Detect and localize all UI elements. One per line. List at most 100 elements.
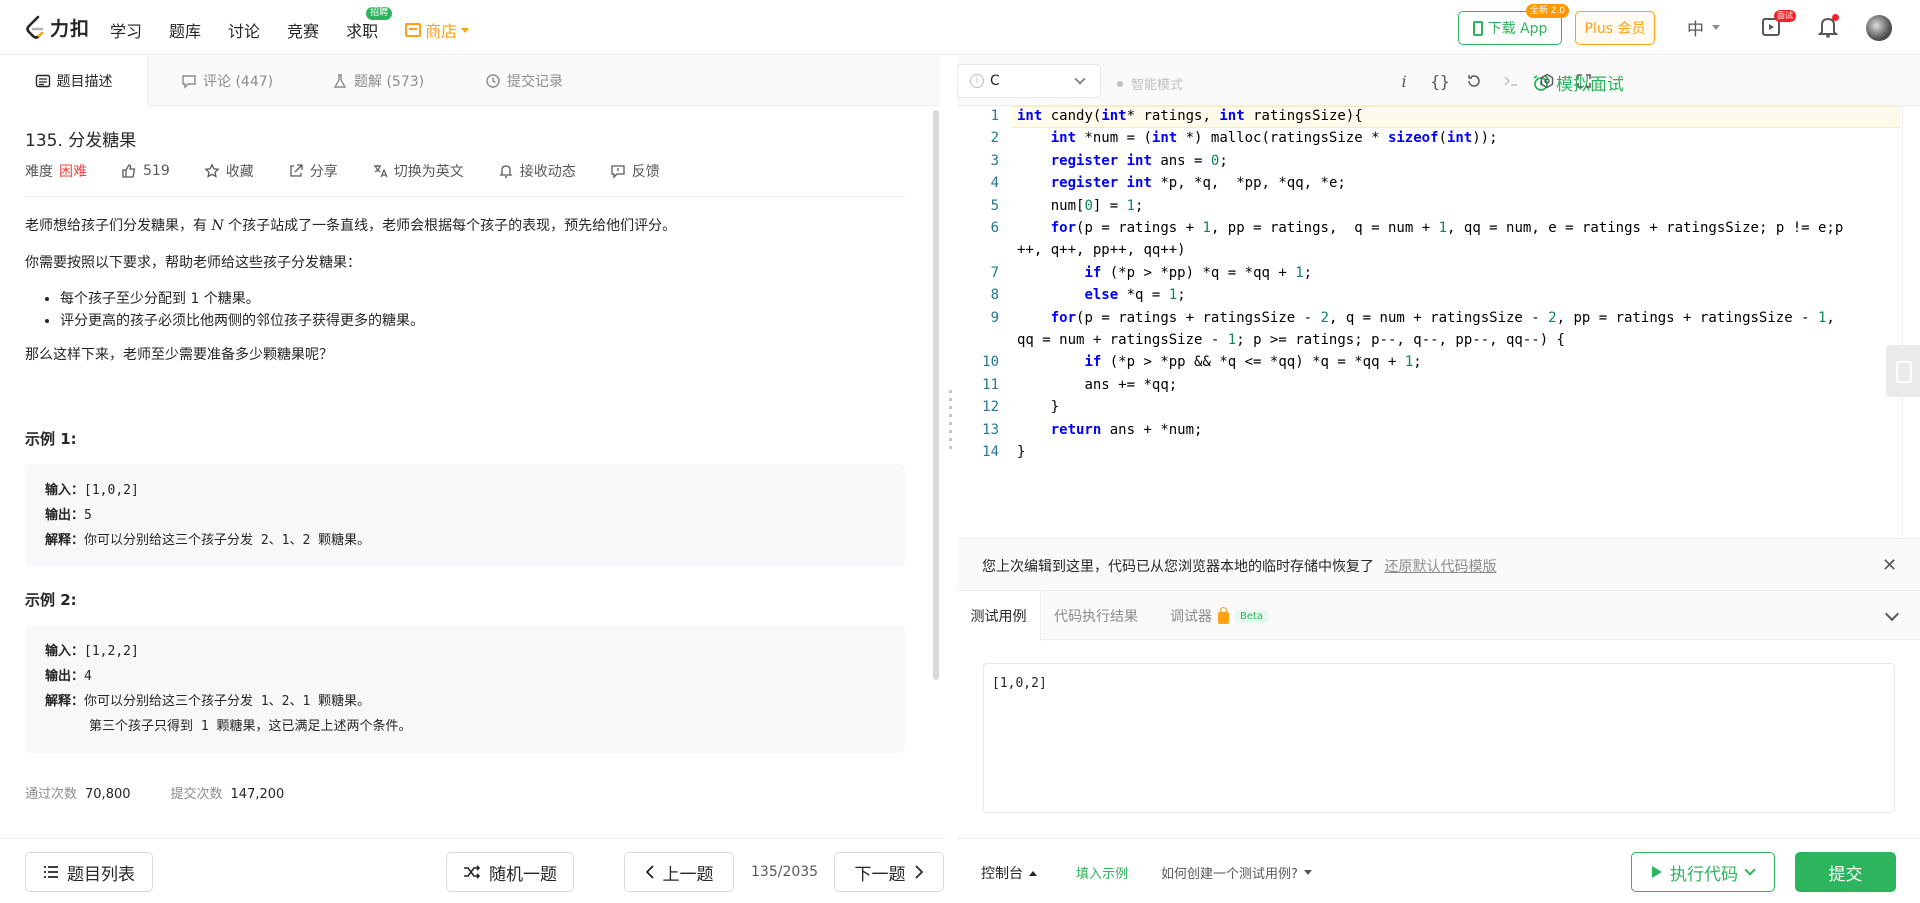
tab-description[interactable]: 题目描述: [0, 56, 148, 106]
testcase-input[interactable]: [1,0,2]: [983, 663, 1895, 813]
output-label: 输出：: [45, 669, 85, 684]
chevron-down-icon: [1744, 864, 1756, 876]
version-badge: 全新 2.0: [1525, 4, 1569, 18]
feedback-label: 反馈: [631, 164, 660, 180]
prev-problem-label: 上一题: [662, 864, 714, 885]
like-button[interactable]: 519: [121, 163, 170, 179]
info-italic-icon[interactable]: i: [1394, 71, 1414, 91]
problem-description: 老师想给孩子们分发糖果，有 N 个孩子站成了一条直线，老师会根据每个孩子的表现，…: [25, 215, 905, 237]
code-editor[interactable]: 1 int candy(int* ratings, int ratingsSize…: [957, 106, 1900, 538]
download-app-label: 下载 App: [1487, 21, 1548, 37]
mock-interview-icon[interactable]: 面试: [1760, 10, 1796, 40]
phone-icon: [1472, 20, 1483, 36]
feedback-button[interactable]: 反馈: [610, 161, 660, 181]
nav-store-label: 商店: [425, 22, 458, 41]
nav-discuss[interactable]: 讨论: [228, 18, 260, 42]
requirements-list: 每个孩子至少分配到 1 个糖果。 评分更高的孩子必须比他两侧的邻位孩子获得更多的…: [60, 288, 905, 332]
list-item: 每个孩子至少分配到 1 个糖果。: [60, 288, 905, 310]
submission-stats: 通过次数 70,800 提交次数 147,200: [25, 783, 905, 802]
tab-comments[interactable]: 评论 (447): [181, 56, 273, 106]
input-label: 输入：: [45, 483, 85, 498]
explanation-label: 解释：: [45, 694, 85, 709]
left-scrollbar[interactable]: [933, 110, 939, 680]
favorite-button[interactable]: 收藏: [204, 161, 254, 181]
chevron-right-icon: [914, 865, 923, 879]
passed-value: 70,800: [85, 787, 131, 802]
next-problem-button[interactable]: 下一题: [834, 852, 944, 892]
language-select[interactable]: i C: [957, 64, 1101, 98]
plus-member-button[interactable]: Plus 会员: [1575, 11, 1655, 45]
problem-list-label: 题目列表: [67, 864, 135, 885]
restore-text: 您上次编辑到这里，代码已从您浏览器本地的临时存储中恢复了: [982, 559, 1374, 575]
tab-run-result[interactable]: 代码执行结果: [1054, 591, 1138, 641]
panel-splitter[interactable]: [945, 56, 957, 903]
nav-store[interactable]: 商店: [405, 18, 470, 42]
nav-contest[interactable]: 竞赛: [287, 18, 319, 42]
line-number: 11: [982, 376, 999, 393]
nav-learn[interactable]: 学习: [110, 18, 142, 42]
settings-icon[interactable]: [1537, 71, 1557, 91]
drag-handle-icon[interactable]: [949, 390, 952, 450]
description-icon: [35, 74, 50, 88]
share-icon: [290, 164, 303, 177]
console-label: 控制台: [981, 866, 1023, 882]
random-problem-button[interactable]: 随机一题: [446, 852, 574, 892]
shuffle-icon: [464, 865, 481, 879]
submitted-stat: 提交次数 147,200: [171, 783, 313, 802]
code-text: ++, q++, pp++, qq++): [1017, 242, 1186, 259]
bell-icon[interactable]: [1815, 14, 1841, 40]
language-value: C: [990, 73, 1000, 89]
run-code-button[interactable]: 执行代码: [1631, 852, 1775, 892]
fullscreen-icon[interactable]: [1574, 71, 1594, 91]
example-line: 第三个孩子只得到 1 颗糖果，这已满足上述两个条件。: [45, 714, 885, 739]
restore-default-link[interactable]: 还原默认代码模版: [1384, 559, 1496, 575]
main-nav: 学习 题库 讨论 竞赛 求职 招聘 商店: [110, 7, 496, 42]
download-app-button[interactable]: 下载 App 全新 2.0: [1458, 4, 1569, 45]
smart-mode-toggle[interactable]: 智能模式: [1117, 74, 1183, 93]
line-number: 14: [982, 444, 999, 460]
chevron-left-icon: [645, 865, 654, 879]
tab-comments-label: 评论 (447): [203, 74, 274, 90]
follow-button[interactable]: 接收动态: [498, 161, 576, 181]
tab-solutions[interactable]: 题解 (573): [332, 56, 424, 106]
braces-icon[interactable]: {}: [1430, 71, 1450, 91]
close-icon[interactable]: ✕: [1882, 555, 1897, 576]
code-text: int candy(int* ratings, int ratingsSize)…: [1017, 108, 1363, 124]
input-value: [1,0,2]: [84, 483, 139, 498]
share-button[interactable]: 分享: [288, 161, 338, 181]
explanation-text: 你可以分别给这三个孩子分发 2、1、2 颗糖果。: [84, 533, 371, 548]
bell-icon: [499, 165, 513, 178]
prev-problem-button[interactable]: 上一题: [624, 852, 734, 892]
avatar[interactable]: [1866, 15, 1892, 41]
fill-example-link[interactable]: 填入示例: [1076, 863, 1128, 882]
translate-icon: [373, 165, 388, 178]
output-value: 4: [84, 669, 92, 684]
logo[interactable]: 力扣: [24, 14, 90, 41]
tab-testcase[interactable]: 测试用例: [957, 591, 1041, 641]
list-icon: [44, 866, 58, 878]
terminal-icon[interactable]: [1501, 71, 1521, 91]
reset-icon[interactable]: [1464, 71, 1484, 91]
how-to-create-testcase[interactable]: 如何创建一个测试用例?: [1161, 863, 1312, 882]
code-text: register int *p, *q, *pp, *qq, *e;: [1050, 175, 1346, 192]
language-switch[interactable]: 中: [1687, 15, 1720, 40]
nav-jobs[interactable]: 求职 招聘: [346, 7, 393, 42]
example-1-block: 输入：[1,0,2] 输出：5 解释：你可以分别给这三个孩子分发 2、1、2 颗…: [25, 464, 905, 567]
switch-language-button[interactable]: 切换为英文: [372, 161, 464, 181]
problem-list-button[interactable]: 题目列表: [25, 852, 153, 892]
tab-submissions[interactable]: 提交记录: [485, 56, 563, 106]
chevron-down-icon[interactable]: [1884, 606, 1900, 622]
nav-jobs-label: 求职: [346, 22, 379, 41]
console-toggle[interactable]: 控制台: [981, 863, 1037, 883]
code-text: if (*p > *pp && *q <= *qq) *q = *qq + 1;: [1084, 354, 1422, 371]
tab-debugger[interactable]: 调试器 Beta: [1170, 591, 1269, 641]
side-panel-tab[interactable]: [1886, 345, 1920, 397]
editor-scrollbar[interactable]: [1902, 106, 1906, 538]
nav-problems[interactable]: 题库: [169, 18, 201, 42]
line-number: 12: [982, 399, 999, 416]
difficulty-label: 难度: [25, 164, 53, 180]
random-problem-label: 随机一题: [489, 864, 557, 885]
logo-text: 力扣: [50, 18, 91, 40]
code-text: return ans + *num;: [1050, 421, 1203, 438]
submit-button[interactable]: 提交: [1795, 852, 1896, 892]
